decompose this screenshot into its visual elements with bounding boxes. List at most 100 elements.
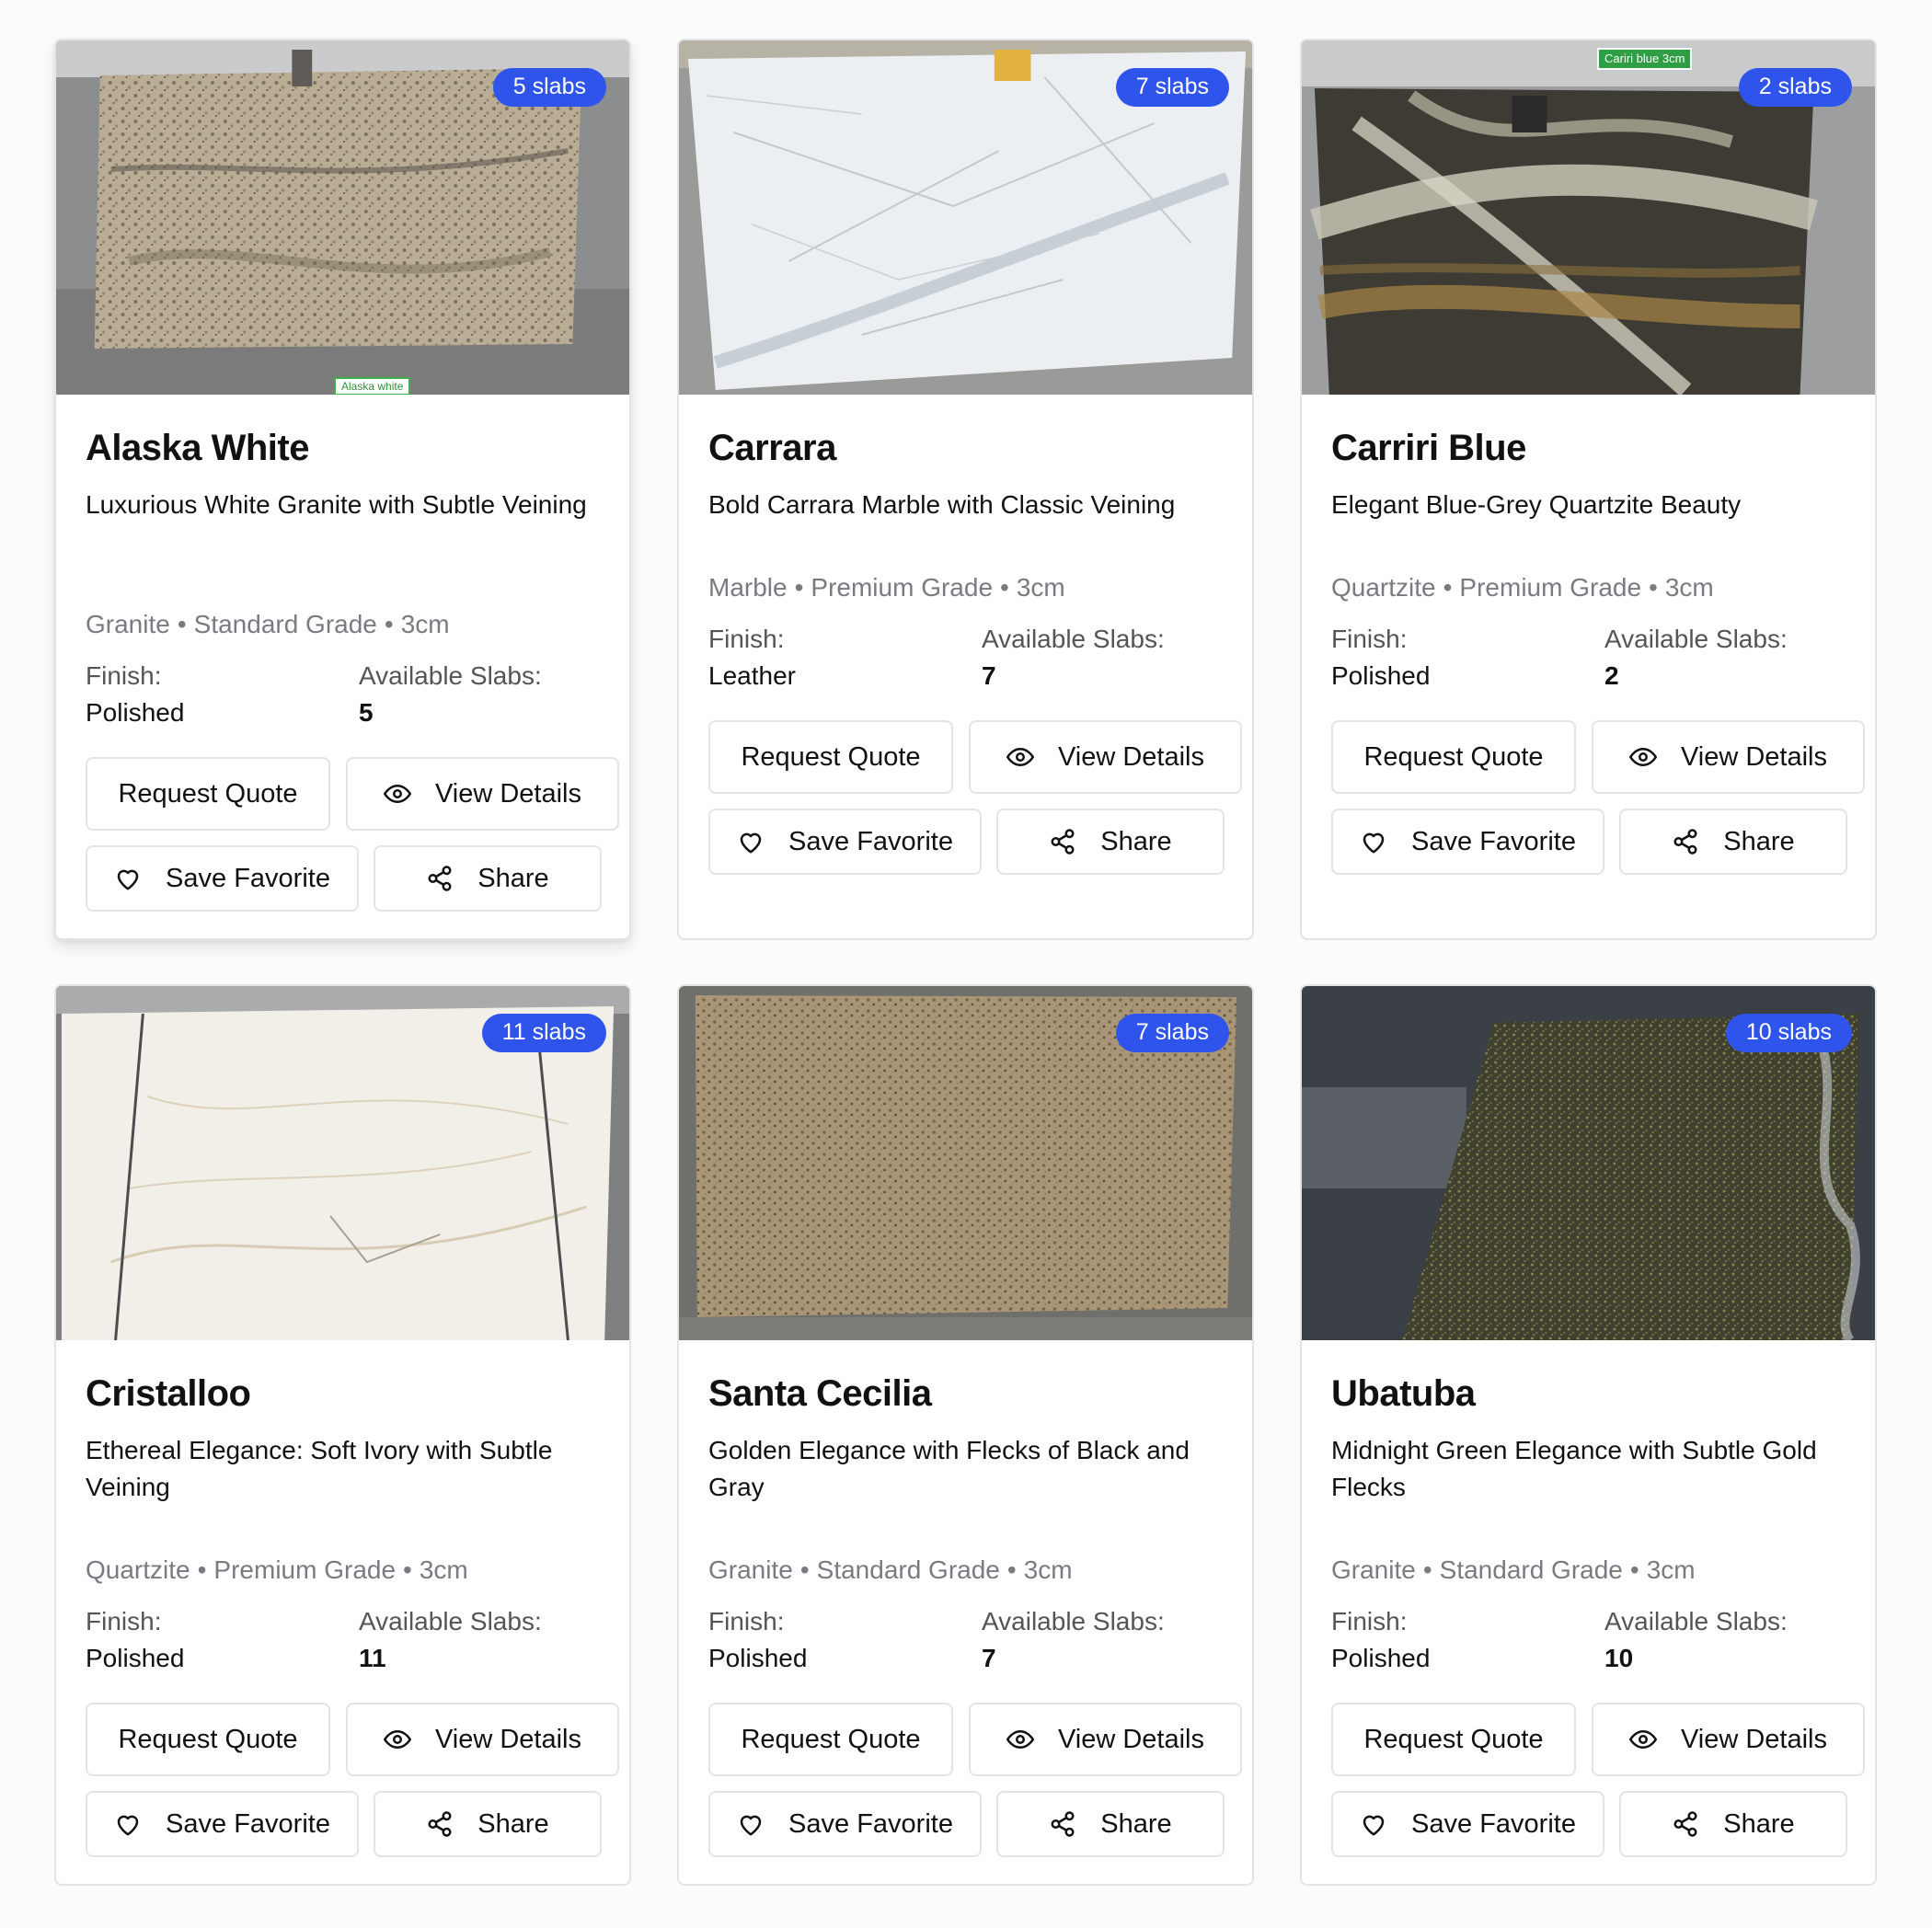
save-favorite-button[interactable]: Save Favorite [86, 845, 359, 912]
product-meta: Marble • Premium Grade • 3cm [708, 573, 1065, 602]
share-button[interactable]: Share [996, 1791, 1225, 1857]
product-name: Carriri Blue [1331, 428, 1526, 468]
product-name: Cristalloo [86, 1373, 251, 1414]
eye-icon [1006, 747, 1034, 767]
product-meta: Quartzite • Premium Grade • 3cm [86, 1555, 468, 1584]
heart-icon [117, 1815, 139, 1836]
product-name: Carrara [708, 428, 836, 468]
request-quote-button[interactable]: Request Quote [1331, 1703, 1576, 1776]
view-details-button[interactable]: View Details [346, 757, 619, 831]
product-description: Midnight Green Elegance with Subtle Gold… [1331, 1436, 1817, 1501]
finish-label: Finish: [708, 625, 785, 653]
slab-image[interactable]: 5 slabs Alaska white [56, 40, 629, 395]
product-description: Luxurious White Granite with Subtle Vein… [86, 490, 587, 519]
slab-image[interactable]: 2 slabs Cariri blue 3cm [1302, 40, 1875, 395]
view-details-button[interactable]: View Details [346, 1703, 619, 1776]
product-card[interactable]: 7 slabs Carrara Bold Carrara Marble with… [677, 39, 1254, 940]
view-details-button[interactable]: View Details [1592, 720, 1865, 794]
share-icon [1673, 829, 1697, 855]
save-favorite-button[interactable]: Save Favorite [708, 809, 982, 875]
save-favorite-button[interactable]: Save Favorite [86, 1791, 359, 1857]
finish-value: Polished [86, 1644, 185, 1672]
save-favorite-button[interactable]: Save Favorite [1331, 1791, 1604, 1857]
slabs-value: 2 [1604, 661, 1619, 690]
slab-image[interactable]: 7 slabs [679, 986, 1252, 1340]
share-button[interactable]: Share [1619, 809, 1847, 875]
slabs-label: Available Slabs: [982, 625, 1165, 653]
view-details-button[interactable]: View Details [1592, 1703, 1865, 1776]
product-card[interactable]: 7 slabs Santa Cecilia Golden Elegance wi… [677, 984, 1254, 1886]
request-quote-button[interactable]: Request Quote [708, 720, 953, 794]
heart-icon [1363, 832, 1385, 854]
product-meta: Granite • Standard Grade • 3cm [708, 1555, 1073, 1584]
share-button[interactable]: Share [374, 1791, 602, 1857]
share-icon [1051, 1811, 1075, 1837]
slabs-value: 10 [1604, 1644, 1634, 1672]
slab-count-badge: 2 slabs [1738, 68, 1852, 107]
finish-label: Finish: [86, 1607, 162, 1635]
share-icon [1673, 1811, 1697, 1837]
share-button[interactable]: Share [1619, 1791, 1847, 1857]
share-button[interactable]: Share [374, 845, 602, 912]
slabs-label: Available Slabs: [1604, 1607, 1788, 1635]
finish-label: Finish: [1331, 1607, 1408, 1635]
finish-value: Polished [1331, 1644, 1431, 1672]
finish-label: Finish: [1331, 625, 1408, 653]
request-quote-button[interactable]: Request Quote [86, 1703, 330, 1776]
product-card[interactable]: 5 slabs Alaska white Alaska White Luxuri… [54, 39, 631, 940]
slabs-value: 11 [359, 1644, 386, 1672]
slab-image[interactable]: 10 slabs [1302, 986, 1875, 1340]
eye-icon [383, 784, 411, 804]
request-quote-button[interactable]: Request Quote [708, 1703, 953, 1776]
share-icon [428, 866, 452, 891]
product-description: Bold Carrara Marble with Classic Veining [708, 490, 1176, 519]
product-meta: Granite • Standard Grade • 3cm [86, 610, 450, 638]
request-quote-button[interactable]: Request Quote [86, 757, 330, 831]
finish-value: Polished [86, 698, 185, 727]
heart-icon [1363, 1815, 1385, 1836]
image-tag: Cariri blue 3cm [1597, 48, 1693, 70]
slab-count-badge: 7 slabs [1115, 1014, 1229, 1052]
product-description: Elegant Blue-Grey Quartzite Beauty [1331, 490, 1742, 519]
product-card[interactable]: 10 slabs Ubatuba Midnight Green Elegance… [1300, 984, 1877, 1886]
product-meta: Granite • Standard Grade • 3cm [1331, 1555, 1696, 1584]
slabs-label: Available Slabs: [1604, 625, 1788, 653]
heart-icon [740, 832, 762, 854]
share-icon [1051, 829, 1075, 855]
eye-icon [383, 1729, 411, 1750]
view-details-button[interactable]: View Details [969, 720, 1242, 794]
slabs-value: 7 [982, 1644, 996, 1672]
product-meta: Quartzite • Premium Grade • 3cm [1331, 573, 1714, 602]
heart-icon [117, 869, 139, 890]
share-button[interactable]: Share [996, 809, 1225, 875]
slabs-value: 5 [359, 698, 374, 727]
save-favorite-button[interactable]: Save Favorite [1331, 809, 1604, 875]
product-card[interactable]: 2 slabs Cariri blue 3cm Carriri Blue Ele… [1300, 39, 1877, 940]
product-description: Ethereal Elegance: Soft Ivory with Subtl… [86, 1436, 553, 1501]
slabs-label: Available Slabs: [982, 1607, 1165, 1635]
slab-image[interactable]: 11 slabs [56, 986, 629, 1340]
eye-icon [1628, 1729, 1657, 1750]
request-quote-button[interactable]: Request Quote [1331, 720, 1576, 794]
slab-image[interactable]: 7 slabs [679, 40, 1252, 395]
slab-count-badge: 5 slabs [492, 68, 606, 107]
image-tag: Alaska white [334, 377, 411, 395]
heart-icon [740, 1815, 762, 1836]
product-name: Alaska White [86, 428, 309, 468]
slab-count-badge: 10 slabs [1725, 1014, 1852, 1052]
finish-label: Finish: [708, 1607, 785, 1635]
product-name: Ubatuba [1331, 1373, 1476, 1414]
slabs-value: 7 [982, 661, 996, 690]
share-icon [428, 1811, 452, 1837]
view-details-button[interactable]: View Details [969, 1703, 1242, 1776]
slab-count-badge: 7 slabs [1115, 68, 1229, 107]
save-favorite-button[interactable]: Save Favorite [708, 1791, 982, 1857]
product-name: Santa Cecilia [708, 1373, 932, 1414]
finish-value: Polished [708, 1644, 808, 1672]
finish-value: Leather [708, 661, 796, 690]
product-card[interactable]: 11 slabs Cristalloo Ethereal Elegance: S… [54, 984, 631, 1886]
finish-label: Finish: [86, 661, 162, 690]
slabs-label: Available Slabs: [359, 1607, 542, 1635]
eye-icon [1628, 747, 1657, 767]
slabs-label: Available Slabs: [359, 661, 542, 690]
